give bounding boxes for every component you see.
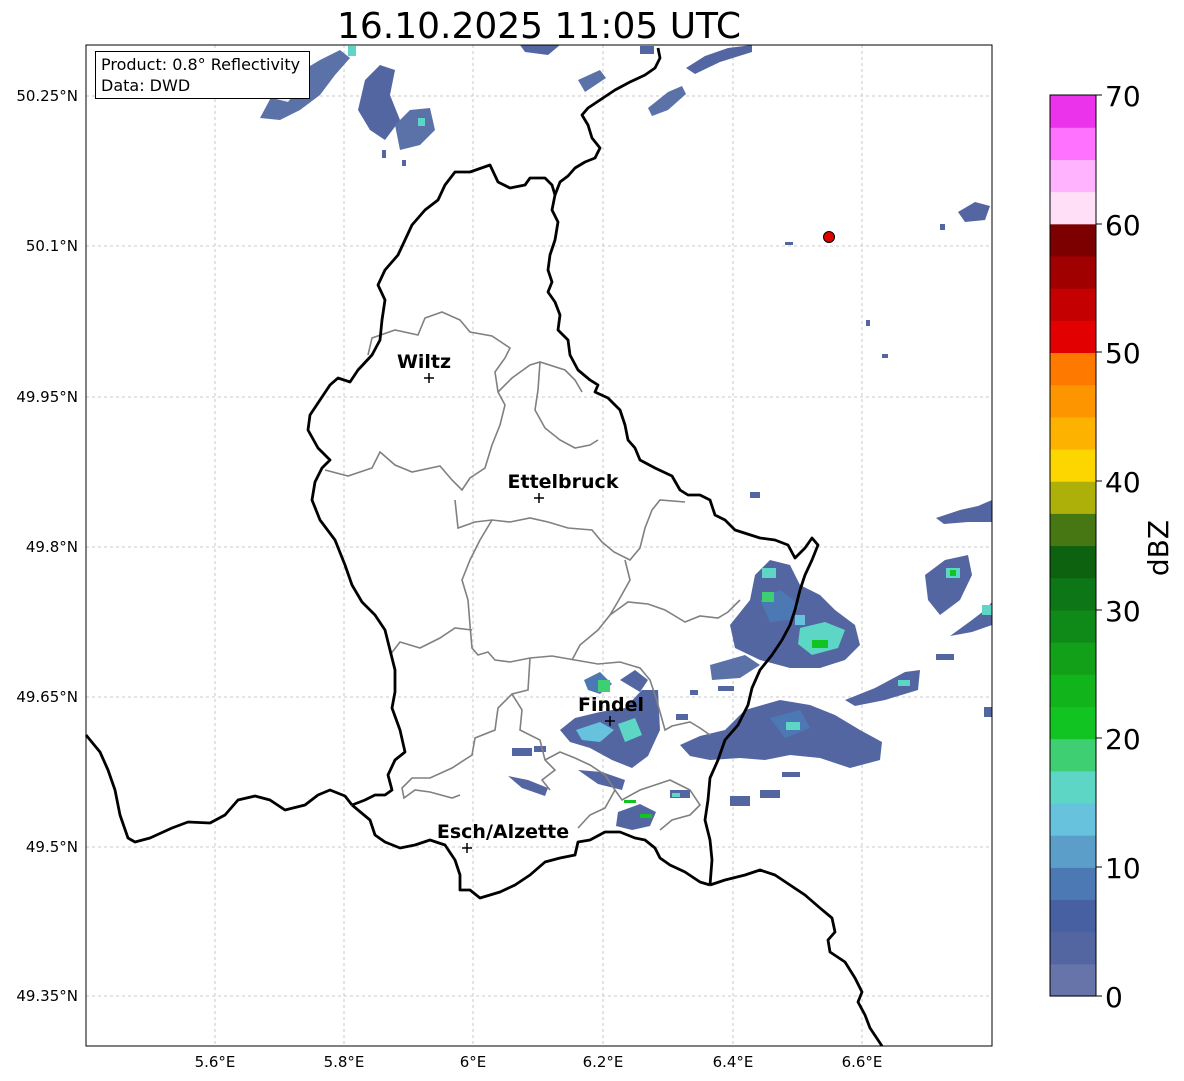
colorbar-swatch: [1050, 738, 1096, 772]
colorbar-swatch: [1050, 320, 1096, 354]
radar-site-marker: [823, 231, 835, 243]
colorbar-tick-label: 30: [1105, 595, 1141, 628]
colorbar-tick-label: 50: [1105, 337, 1141, 370]
lat-tick-label: 49.95°N: [16, 388, 78, 406]
colorbar-swatch: [1050, 577, 1096, 611]
colorbar-swatch: [1050, 448, 1096, 482]
colorbar-swatch: [1050, 770, 1096, 804]
colorbar-swatch: [1050, 674, 1096, 707]
colorbar-swatch: [1050, 127, 1096, 160]
colorbar-label: dBZ: [1142, 520, 1175, 576]
colorbar-swatch: [1050, 867, 1096, 901]
lat-tick-label: 49.35°N: [16, 987, 78, 1005]
colorbar-swatch: [1050, 223, 1096, 257]
lon-tick-label: 6°E: [460, 1053, 487, 1071]
lon-tick-label: 6.2°E: [583, 1053, 624, 1071]
colorbar-swatch: [1050, 352, 1096, 386]
colorbar-swatch: [1050, 835, 1096, 868]
colorbar-tick-label: 0: [1105, 981, 1123, 1014]
colorbar-swatch: [1050, 706, 1096, 740]
lat-tick-label: 50.1°N: [26, 237, 78, 255]
colorbar-swatch: [1050, 931, 1096, 965]
lon-tick-labels: 5.6°E 5.8°E 6°E 6.2°E 6.4°E 6.6°E: [195, 1053, 883, 1071]
colorbar-swatches: [1050, 95, 1096, 997]
lat-tick-label: 49.65°N: [16, 688, 78, 706]
lon-tick-label: 6.4°E: [713, 1053, 754, 1071]
map-frame-background: [86, 45, 992, 1046]
product-info-box: Product: 0.8° Reflectivity Data: DWD: [95, 51, 310, 99]
lat-tick-label: 49.5°N: [26, 838, 78, 856]
colorbar-tick-label: 40: [1105, 466, 1141, 499]
city-label-wiltz: Wiltz: [397, 351, 451, 373]
map-title: 16.10.2025 11:05 UTC: [337, 6, 741, 47]
colorbar-swatch: [1050, 384, 1096, 418]
lon-tick-label: 6.6°E: [842, 1053, 883, 1071]
lat-tick-label: 49.8°N: [26, 538, 78, 556]
colorbar-tick-label: 60: [1105, 209, 1141, 242]
colorbar-swatch: [1050, 481, 1096, 514]
lon-tick-label: 5.8°E: [324, 1053, 365, 1071]
colorbar-swatch: [1050, 899, 1096, 933]
colorbar-swatch: [1050, 545, 1096, 579]
colorbar-swatch: [1050, 288, 1096, 321]
colorbar: 70 60 50 40 30 20 10 0 dBZ: [1049, 80, 1175, 1014]
colorbar-swatch: [1050, 802, 1096, 836]
lat-tick-labels: 50.25°N 50.1°N 49.95°N 49.8°N 49.65°N 49…: [16, 87, 78, 1005]
colorbar-tick-label: 10: [1105, 852, 1141, 885]
data-source-label: Data: DWD: [101, 76, 191, 95]
city-label-findel: Findel: [578, 694, 644, 716]
colorbar-swatch: [1050, 609, 1096, 643]
colorbar-ticks: [1096, 94, 1102, 997]
colorbar-swatch: [1050, 95, 1096, 128]
colorbar-swatch: [1050, 642, 1096, 675]
city-label-esch-alzette: Esch/Alzette: [437, 821, 569, 843]
colorbar-tick-label: 20: [1105, 723, 1141, 756]
product-label: Product: 0.8° Reflectivity: [101, 55, 301, 74]
colorbar-swatch: [1050, 416, 1096, 450]
lon-tick-label: 5.6°E: [195, 1053, 236, 1071]
colorbar-tick-label: 70: [1105, 80, 1141, 113]
colorbar-tick-labels: 70 60 50 40 30 20 10 0: [1105, 80, 1141, 1014]
lat-tick-label: 50.25°N: [16, 87, 78, 105]
colorbar-swatch: [1050, 255, 1096, 289]
colorbar-swatch: [1050, 513, 1096, 547]
colorbar-swatch: [1050, 963, 1096, 997]
city-label-ettelbruck: Ettelbruck: [508, 471, 619, 493]
colorbar-swatch: [1050, 159, 1096, 193]
colorbar-swatch: [1050, 191, 1096, 225]
